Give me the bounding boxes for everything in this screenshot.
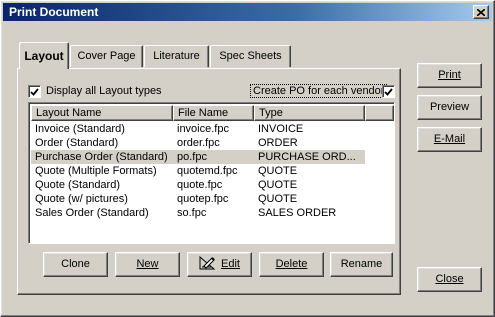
tab-label: Literature xyxy=(153,50,200,62)
button-label: Edit xyxy=(221,258,240,270)
button-label: Clone xyxy=(61,258,90,270)
check-icon xyxy=(384,87,393,96)
create-po-label[interactable]: Create PO for each vendor xyxy=(249,84,388,98)
title-close-button[interactable] xyxy=(473,5,489,19)
button-label: Rename xyxy=(340,258,383,270)
table-row-selected[interactable]: Purchase Order (Standard) po.fpc PURCHAS… xyxy=(31,150,392,164)
layout-name-cell: Quote (w/ pictures) xyxy=(35,193,128,205)
check-icon xyxy=(30,87,39,96)
list-header: Layout Name File Name Type xyxy=(31,105,394,121)
button-label: Print xyxy=(438,69,461,81)
button-label: Close xyxy=(435,273,464,285)
tab-literature[interactable]: Literature xyxy=(144,45,209,67)
print-document-dialog: Print Document Layout Cover Page Literat… xyxy=(0,0,495,317)
display-all-label[interactable]: Display all Layout types xyxy=(46,85,162,97)
type-cell: QUOTE xyxy=(258,165,298,177)
tab-label: Spec Sheets xyxy=(219,50,282,62)
file-name-cell: invoice.fpc xyxy=(177,123,229,135)
edit-button[interactable]: Edit xyxy=(187,252,252,277)
type-cell: QUOTE xyxy=(258,193,298,205)
layout-name-cell: Order (Standard) xyxy=(35,137,119,149)
email-button[interactable]: E-Mail xyxy=(417,127,482,152)
file-name-cell: quote.fpc xyxy=(177,179,223,191)
window-title: Print Document xyxy=(9,5,99,19)
tab-label: Layout xyxy=(24,49,64,63)
tab-layout[interactable]: Layout xyxy=(19,42,69,69)
new-button[interactable]: New xyxy=(115,252,180,277)
column-header-filler xyxy=(365,105,394,121)
clone-button[interactable]: Clone xyxy=(43,252,108,277)
button-label: Delete xyxy=(275,258,308,270)
file-name-cell: so.fpc xyxy=(177,207,207,219)
create-po-checkbox[interactable] xyxy=(382,85,395,98)
table-row[interactable]: Invoice (Standard) invoice.fpc INVOICE xyxy=(31,122,392,136)
tab-label: Cover Page xyxy=(77,50,136,62)
title-bar[interactable]: Print Document xyxy=(3,3,492,21)
type-cell: PURCHASE ORD... xyxy=(254,150,365,164)
file-name-cell: quotep.fpc xyxy=(177,193,229,205)
table-row[interactable]: Quote (w/ pictures) quotep.fpc QUOTE xyxy=(31,192,392,206)
preview-button[interactable]: Preview xyxy=(417,95,482,120)
layout-name-cell: Quote (Multiple Formats) xyxy=(35,165,157,177)
delete-button[interactable]: Delete xyxy=(259,252,324,277)
tab-cover-page[interactable]: Cover Page xyxy=(70,45,143,67)
layout-name-cell: Quote (Standard) xyxy=(35,179,120,191)
tab-spec-sheets[interactable]: Spec Sheets xyxy=(210,45,291,67)
print-button[interactable]: Print xyxy=(417,63,482,88)
type-cell: ORDER xyxy=(258,137,298,149)
type-cell: SALES ORDER xyxy=(258,207,337,219)
file-name-cell: order.fpc xyxy=(177,137,220,149)
table-row[interactable]: Quote (Standard) quote.fpc QUOTE xyxy=(31,178,392,192)
close-button[interactable]: Close xyxy=(417,267,482,292)
layout-name-cell: Sales Order (Standard) xyxy=(35,207,149,219)
button-label: New xyxy=(136,258,159,270)
table-row[interactable]: Quote (Multiple Formats) quotemd.fpc QUO… xyxy=(31,164,392,178)
button-label: Preview xyxy=(429,101,470,113)
button-label: E-Mail xyxy=(433,133,466,145)
type-cell: INVOICE xyxy=(258,123,304,135)
type-cell: QUOTE xyxy=(258,179,298,191)
close-icon xyxy=(477,8,485,16)
layout-name-cell: Invoice (Standard) xyxy=(35,123,125,135)
layout-name-cell: Purchase Order (Standard) xyxy=(31,150,173,164)
layout-list[interactable]: Layout Name File Name Type Invoice (Stan… xyxy=(28,102,395,244)
file-name-cell: quotemd.fpc xyxy=(177,165,238,177)
rename-button[interactable]: Rename xyxy=(330,252,393,277)
column-header-layout-name[interactable]: Layout Name xyxy=(31,105,173,121)
table-row[interactable]: Order (Standard) order.fpc ORDER xyxy=(31,136,392,150)
display-all-checkbox[interactable] xyxy=(28,85,41,98)
file-name-cell: po.fpc xyxy=(173,150,254,164)
table-row[interactable]: Sales Order (Standard) so.fpc SALES ORDE… xyxy=(31,206,392,220)
column-header-file-name[interactable]: File Name xyxy=(173,105,254,121)
pencil-ruler-icon xyxy=(199,256,216,270)
column-header-type[interactable]: Type xyxy=(254,105,365,121)
